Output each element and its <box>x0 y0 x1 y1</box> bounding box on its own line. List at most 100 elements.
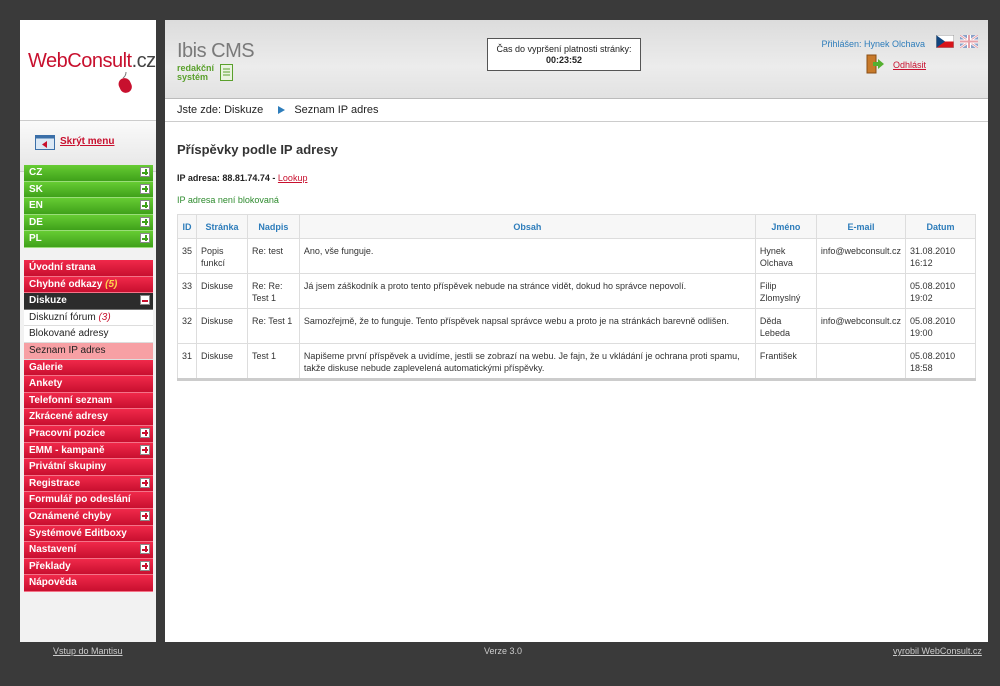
breadcrumb-prefix: Jste zde: <box>177 104 222 116</box>
menu-item-short-urls[interactable]: Zkrácené adresy <box>24 409 153 426</box>
table-header-row: ID Stránka Nadpis Obsah Jméno E-mail Dat… <box>176 214 976 239</box>
cell-name: Hynek Olchava <box>754 238 817 274</box>
ip-address-label: IP adresa: 88.81.74.74 - <box>177 173 276 183</box>
menu-label: Formulář po odeslání <box>29 494 131 506</box>
cell-title: Re: test <box>246 238 300 274</box>
menu-label: Ankety <box>29 378 63 390</box>
menu-label: Seznam IP adres <box>29 344 106 356</box>
mantis-link[interactable]: Vstup do Mantisu <box>53 646 123 656</box>
menu-label: Úvodní strana <box>29 262 96 273</box>
table-row[interactable]: 33 Diskuse Re: Re: Test 1 Já jsem záškod… <box>176 273 976 309</box>
menu-item-polls[interactable]: Ankety <box>24 376 153 393</box>
hide-menu-link[interactable]: Skrýt menu <box>60 136 114 147</box>
table-row[interactable]: 35 Popis funkcí Re: test Ano, vše funguj… <box>176 238 976 274</box>
column-header-email[interactable]: E-mail <box>815 214 907 239</box>
menu-item-job-positions[interactable]: Pracovní pozice <box>24 425 153 443</box>
menu-label: Galerie <box>29 361 63 373</box>
column-header-title[interactable]: Nadpis <box>246 214 300 239</box>
menu-item-emm-campaigns[interactable]: EMM - kampaně <box>24 442 153 460</box>
menu-item-translations[interactable]: Překlady <box>24 558 153 576</box>
cell-id: 32 <box>176 308 198 344</box>
lookup-link[interactable]: Lookup <box>278 173 308 183</box>
menu-item-settings[interactable]: Nastavení <box>24 542 153 559</box>
table-row[interactable]: 31 Diskuse Test 1 Napišeme první příspěv… <box>176 343 976 381</box>
submenu-item-forum[interactable]: Diskuzní fórum (3) <box>24 309 153 327</box>
expand-icon[interactable] <box>140 200 150 211</box>
footer: Vstup do Mantisu Verze 3.0 vyrobil WebCo… <box>0 646 1000 660</box>
language-menu: CZ SK EN DE PL <box>24 165 153 248</box>
cell-id: 31 <box>176 343 198 381</box>
breadcrumb: Jste zde: Diskuze Seznam IP adres <box>165 99 988 122</box>
document-icon <box>220 64 233 81</box>
expand-icon[interactable] <box>140 560 150 571</box>
menu-item-help[interactable]: Nápověda <box>24 575 153 592</box>
menu-item-private-groups[interactable]: Privátní skupiny <box>24 459 153 476</box>
menu-item-home[interactable]: Úvodní strana <box>24 260 153 277</box>
language-label: SK <box>29 183 43 195</box>
expand-icon[interactable] <box>140 183 150 194</box>
cell-email: info@webconsult.cz <box>815 238 907 274</box>
language-item-de[interactable]: DE <box>24 214 153 232</box>
collapse-icon[interactable] <box>140 295 150 306</box>
breadcrumb-item[interactable]: Diskuze <box>224 104 263 116</box>
column-header-date[interactable]: Datum <box>905 214 976 239</box>
menu-item-system-editboxes[interactable]: Systémové Editboxy <box>24 525 153 543</box>
language-item-sk[interactable]: SK <box>24 181 153 199</box>
ip-address-line: IP adresa: 88.81.74.74 - Lookup <box>177 173 977 183</box>
column-header-name[interactable]: Jméno <box>754 214 817 239</box>
menu-item-broken-links[interactable]: Chybné odkazy (5) <box>24 276 153 294</box>
column-header-id[interactable]: ID <box>176 214 198 239</box>
menu-item-phonebook[interactable]: Telefonní seznam <box>24 392 153 410</box>
language-item-pl[interactable]: PL <box>24 231 153 248</box>
cms-subtitle: redakční systém <box>177 63 215 82</box>
cell-name: Děda Lebeda <box>754 308 817 344</box>
menu-label: Chybné odkazy <box>29 278 103 290</box>
uk-flag-icon[interactable] <box>960 35 978 48</box>
cell-email <box>815 343 907 381</box>
breadcrumb-item-current: Seznam IP adres <box>294 104 379 116</box>
table-row[interactable]: 32 Diskuse Re: Test 1 Samozřejmě, že to … <box>176 308 976 344</box>
menu-item-gallery[interactable]: Galerie <box>24 359 153 377</box>
brand-logo[interactable]: WebConsult.cz <box>28 50 156 73</box>
hide-menu-icon[interactable] <box>35 135 55 151</box>
submenu-item-blocked-addresses[interactable]: Blokované adresy <box>24 326 153 343</box>
logout-icon[interactable] <box>865 54 885 74</box>
timer-value: 00:23:52 <box>545 55 583 65</box>
expand-icon[interactable] <box>140 477 150 488</box>
menu-item-registration[interactable]: Registrace <box>24 475 153 493</box>
submenu-item-ip-list[interactable]: Seznam IP adres <box>24 342 153 360</box>
author-link[interactable]: vyrobil WebConsult.cz <box>893 646 982 656</box>
column-header-content[interactable]: Obsah <box>298 214 756 239</box>
expand-icon[interactable] <box>140 233 150 244</box>
cell-date: 31.08.2010 16:12 <box>905 238 976 274</box>
menu-item-discussion[interactable]: Diskuze <box>24 293 153 310</box>
menu-label: Oznámené chyby <box>29 510 112 522</box>
column-header-page[interactable]: Stránka <box>196 214 248 239</box>
cell-page: Diskuse <box>196 273 248 309</box>
language-item-en[interactable]: EN <box>24 198 153 215</box>
czech-flag-icon[interactable] <box>936 35 954 48</box>
sidebar: WebConsult.cz Skrýt menu CZ SK EN DE PL … <box>20 20 156 642</box>
module-menu: Úvodní strana Chybné odkazy (5) Diskuze … <box>24 260 153 592</box>
expand-icon[interactable] <box>140 167 150 177</box>
menu-label: Diskuze <box>29 295 67 307</box>
language-item-cz[interactable]: CZ <box>24 165 153 182</box>
header: Ibis CMS redakční systém Čas do vypršení… <box>165 20 988 99</box>
page-title: Příspěvky podle IP adresy <box>177 142 338 157</box>
cms-logo: Ibis CMS redakční systém <box>177 40 255 82</box>
timer-label: Čas do vypršení platnosti stránky: <box>496 44 632 54</box>
logout-link[interactable]: Odhlásit <box>893 60 926 70</box>
menu-item-form-after-submit[interactable]: Formulář po odeslání <box>24 492 153 509</box>
cell-page: Popis funkcí <box>196 238 248 274</box>
menu-label: Zkrácené adresy <box>29 411 108 423</box>
expand-icon[interactable] <box>140 510 150 521</box>
menu-item-reported-errors[interactable]: Oznámené chyby <box>24 508 153 526</box>
language-label: EN <box>29 200 43 212</box>
cell-page: Diskuse <box>196 308 248 344</box>
cell-id: 33 <box>176 273 198 309</box>
expand-icon[interactable] <box>140 544 150 555</box>
expand-icon[interactable] <box>140 427 150 438</box>
expand-icon[interactable] <box>140 216 150 227</box>
expand-icon[interactable] <box>140 444 150 455</box>
posts-table: ID Stránka Nadpis Obsah Jméno E-mail Dat… <box>176 214 976 381</box>
